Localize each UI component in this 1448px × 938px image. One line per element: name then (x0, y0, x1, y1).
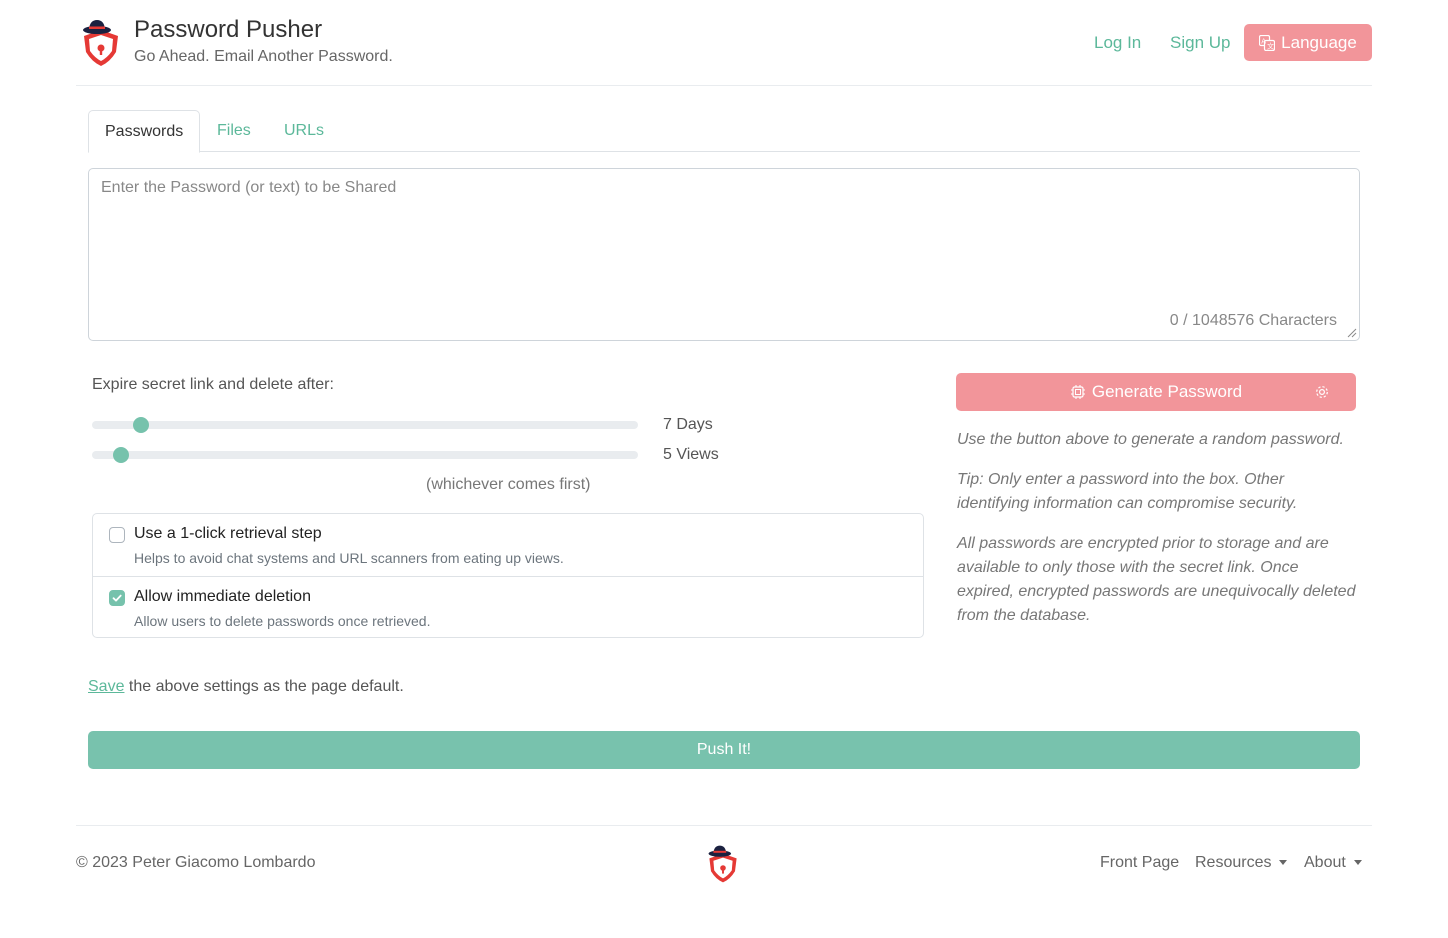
expire-label: Expire secret link and delete after: (92, 376, 334, 393)
generate-password-button[interactable]: Generate Password (956, 373, 1356, 411)
security-tip: Tip: Only enter a password into the box.… (957, 471, 1298, 512)
generate-password-label: Generate Password (1091, 382, 1243, 401)
translate-icon: A 文 (1259, 34, 1276, 51)
svg-text:文: 文 (1267, 41, 1274, 50)
push-it-button[interactable]: Push It! (88, 731, 1360, 769)
save-defaults-text: the above settings as the page default. (124, 678, 404, 695)
save-defaults-line: Save the above settings as the page defa… (88, 678, 404, 696)
immediate-deletion-checkbox[interactable] (109, 590, 125, 606)
password-box: 0 / 1048576 Characters (88, 168, 1360, 341)
option-immediate-deletion[interactable]: Allow immediate deletion Allow users to … (93, 576, 923, 638)
views-value: 5 Views (663, 446, 719, 463)
option-title[interactable]: Allow immediate deletion (134, 588, 311, 606)
days-slider-thumb[interactable] (132, 417, 149, 433)
encryption-note: All passwords are encrypted prior to sto… (957, 535, 1356, 624)
option-retrieval-step[interactable]: Use a 1-click retrieval step Helps to av… (93, 514, 923, 576)
retrieval-step-checkbox[interactable] (109, 527, 125, 543)
cpu-icon (1070, 385, 1085, 399)
views-slider[interactable] (92, 447, 638, 463)
whichever-note: (whichever comes first) (426, 476, 591, 493)
footer-logo-icon[interactable] (706, 844, 740, 884)
about-dropdown[interactable]: About (1304, 854, 1362, 872)
days-slider[interactable] (92, 417, 638, 433)
gear-icon[interactable] (1314, 384, 1330, 400)
copyright-text: © 2023 Peter Giacomo Lombardo (76, 854, 316, 871)
generator-note: Use the button above to generate a rando… (957, 431, 1344, 448)
save-defaults-link[interactable]: Save (88, 678, 124, 695)
svg-text:A: A (1261, 37, 1266, 45)
chevron-down-icon (1353, 860, 1362, 866)
language-label: Language (1281, 32, 1357, 52)
character-count: 0 / 1048576 Characters (1169, 312, 1337, 329)
resize-handle-icon[interactable] (1347, 328, 1357, 338)
option-help: Allow users to delete passwords once ret… (134, 613, 431, 629)
site-header: Password Pusher Go Ahead. Email Another … (76, 0, 1372, 86)
password-pusher-logo-icon[interactable] (80, 18, 122, 68)
signup-link[interactable]: Sign Up (1170, 33, 1230, 53)
site-footer: © 2023 Peter Giacomo Lombardo Front Page… (76, 825, 1372, 905)
tab-files[interactable]: Files (201, 110, 267, 152)
option-help: Helps to avoid chat systems and URL scan… (134, 550, 564, 566)
tab-passwords[interactable]: Passwords (88, 110, 201, 153)
chevron-down-icon (1279, 860, 1288, 866)
options-list: Use a 1-click retrieval step Helps to av… (92, 513, 924, 638)
brand-tagline: Go Ahead. Email Another Password. (134, 48, 393, 65)
option-title[interactable]: Use a 1-click retrieval step (134, 525, 322, 543)
language-button[interactable]: A 文 Language (1244, 24, 1372, 61)
content-tabs: Passwords Files URLs (88, 110, 1360, 153)
front-page-link[interactable]: Front Page (1100, 854, 1179, 872)
tab-urls[interactable]: URLs (268, 110, 340, 152)
views-slider-thumb[interactable] (113, 447, 130, 463)
login-link[interactable]: Log In (1094, 33, 1141, 53)
days-value: 7 Days (663, 416, 713, 433)
checkmark-icon (112, 594, 122, 602)
resources-label: Resources (1195, 854, 1272, 871)
about-label: About (1304, 854, 1346, 871)
brand-title[interactable]: Password Pusher (134, 16, 322, 44)
password-input[interactable] (89, 169, 1359, 340)
resources-dropdown[interactable]: Resources (1195, 854, 1288, 872)
